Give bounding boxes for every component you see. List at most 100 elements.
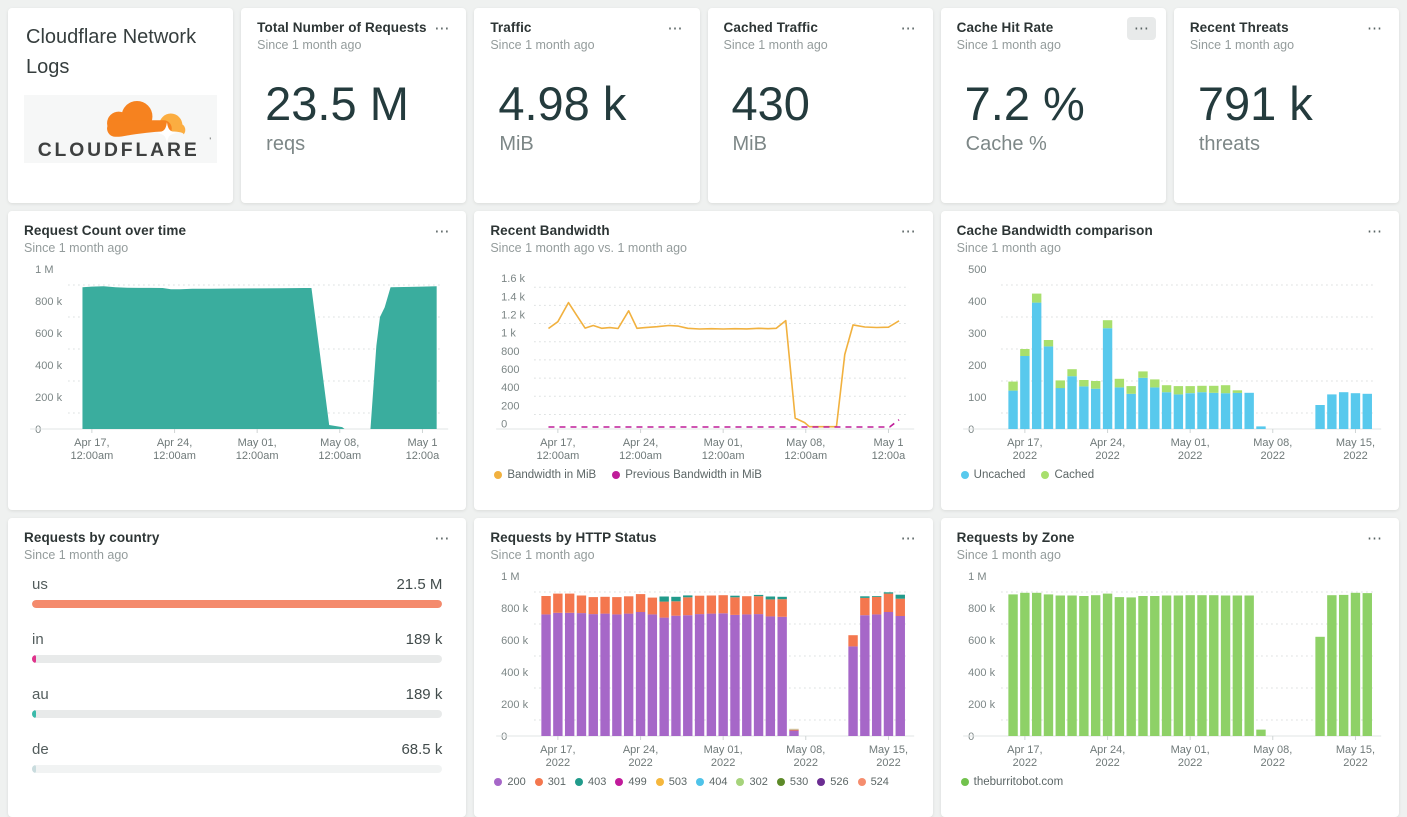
- bar-segment: [1043, 340, 1053, 347]
- requests-zone-chart[interactable]: 1 M800 k600 k400 k200 k0Apr 17,2022Apr 2…: [957, 568, 1383, 774]
- legend-item[interactable]: Previous Bandwidth in MiB: [612, 469, 762, 481]
- legend-item[interactable]: Bandwidth in MiB: [494, 469, 596, 481]
- bar-segment: [754, 614, 764, 736]
- bar-segment: [1055, 595, 1065, 736]
- cache-bandwidth-chart[interactable]: 5004003002001000Apr 17,2022Apr 24,2022Ma…: [957, 261, 1383, 467]
- country-row[interactable]: us 21.5 M: [32, 576, 443, 608]
- y-axis-label: 800 k: [35, 296, 62, 308]
- legend-item[interactable]: 200: [494, 776, 526, 788]
- x-axis-label: May 08,: [1253, 437, 1292, 449]
- bar-segment: [860, 596, 870, 598]
- legend-dot: [655, 778, 664, 786]
- bar-segment: [1078, 386, 1089, 429]
- bar-segment: [730, 595, 740, 598]
- panel-total-requests: Total Number of Requests Since 1 month a…: [241, 8, 467, 203]
- bar-segment: [1326, 595, 1337, 736]
- panel-menu-button[interactable]: ⋯: [894, 220, 923, 243]
- country-row-header: de 68.5 k: [32, 741, 442, 758]
- legend-item[interactable]: Cached: [1041, 469, 1094, 481]
- y-axis-label: 1 M: [968, 571, 986, 583]
- panel-menu-button[interactable]: ⋯: [894, 17, 923, 40]
- bar-segment: [895, 594, 906, 599]
- panel-cached-traffic: Cached Traffic Since 1 month ago ⋯ 430 M…: [707, 8, 933, 203]
- recent-bandwidth-chart[interactable]: 1.6 k1.4 k1.2 k1 k8006004002000Apr 17,12…: [490, 261, 916, 467]
- panel-menu-button[interactable]: ⋯: [1360, 527, 1389, 550]
- bar-segment: [1255, 426, 1266, 429]
- bar-segment: [1196, 392, 1207, 429]
- x-axis-label: Apr 24,: [623, 437, 658, 449]
- line-series: [548, 301, 900, 428]
- panel-menu-button[interactable]: ⋯: [894, 527, 923, 550]
- panel-subtitle: Since 1 month ago: [24, 548, 129, 562]
- country-row[interactable]: de 68.5 k: [32, 741, 443, 773]
- bar-segment: [884, 593, 894, 612]
- bar-segment: [860, 597, 870, 616]
- legend-item[interactable]: 503: [655, 776, 687, 788]
- y-axis-label: 1 k: [501, 328, 516, 340]
- x-axis-label: 2022: [877, 757, 901, 769]
- country-code: de: [32, 741, 49, 758]
- legend-item[interactable]: 524: [857, 776, 889, 788]
- panel-menu-button[interactable]: ⋯: [1126, 17, 1156, 40]
- panel-menu-button[interactable]: ⋯: [427, 17, 456, 40]
- y-axis-label: 500: [968, 264, 986, 276]
- legend-item[interactable]: 403: [575, 776, 606, 788]
- panel-subtitle: Since 1 month ago: [956, 241, 1061, 255]
- panel-menu-button[interactable]: ⋯: [1360, 17, 1389, 40]
- bar-segment: [577, 595, 587, 614]
- x-axis-label: 12:00a: [872, 450, 907, 462]
- bar-segment: [765, 596, 776, 600]
- legend-item[interactable]: 526: [817, 776, 849, 788]
- legend-item[interactable]: 499: [615, 776, 647, 788]
- x-axis-label: May 1: [874, 437, 904, 449]
- billboard-unit: Cache %: [965, 133, 1047, 155]
- panel-menu-button[interactable]: ⋯: [427, 220, 456, 243]
- x-axis-label: 2022: [1260, 450, 1284, 462]
- bar-segment: [872, 596, 882, 615]
- panel-title: Traffic: [490, 20, 532, 35]
- bar-segment: [1244, 392, 1254, 429]
- x-axis-label: May 08,: [787, 744, 826, 756]
- y-axis-label: 1.4 k: [501, 291, 525, 303]
- y-axis-label: 200 k: [35, 392, 62, 404]
- country-value: 21.5 M: [396, 576, 443, 593]
- country-row[interactable]: au 189 k: [32, 686, 443, 718]
- y-axis-label: 200: [968, 360, 986, 372]
- y-axis-label: 1.2 k: [501, 310, 525, 322]
- x-axis-label: 12:00am: [619, 450, 662, 462]
- x-axis-label: 12:00am: [70, 450, 113, 462]
- panel-menu-button[interactable]: ⋯: [1360, 220, 1389, 243]
- area-series: [82, 286, 437, 429]
- x-axis-label: Apr 24,: [157, 437, 192, 449]
- panel-menu-button[interactable]: ⋯: [427, 527, 456, 550]
- bar-segment: [1208, 392, 1219, 429]
- request-count-chart[interactable]: 1 M800 k600 k400 k200 k0Apr 17,12:00amAp…: [24, 261, 450, 467]
- bar-segment: [565, 593, 575, 613]
- legend-item[interactable]: 301: [534, 776, 566, 788]
- bar-segment: [1008, 381, 1018, 391]
- legend-dot: [494, 471, 503, 479]
- http-status-chart[interactable]: 1 M800 k600 k400 k200 k0Apr 17,2022Apr 2…: [490, 568, 916, 774]
- bar-segment: [872, 614, 882, 736]
- bar-segment: [1173, 595, 1183, 736]
- legend-item[interactable]: 302: [736, 776, 768, 788]
- legend-item[interactable]: Uncached: [960, 469, 1025, 481]
- legend-item[interactable]: 530: [776, 776, 808, 788]
- bar-segment: [624, 596, 634, 614]
- y-axis-label: 600 k: [35, 328, 62, 340]
- legend-dot: [736, 778, 745, 786]
- legend-item[interactable]: theburritobot.com: [960, 776, 1063, 788]
- bar-segment: [1055, 380, 1065, 389]
- panel-menu-button[interactable]: ⋯: [661, 17, 690, 40]
- bar-segment: [848, 646, 859, 736]
- y-axis-label: 600: [501, 364, 519, 376]
- billboard-unit: threats: [1198, 133, 1260, 155]
- panel-title: Recent Bandwidth: [490, 223, 610, 238]
- bar-segment: [671, 615, 681, 736]
- country-row-header: in 189 k: [32, 631, 442, 648]
- legend-item[interactable]: 404: [696, 776, 727, 788]
- y-axis-label: 400 k: [968, 667, 995, 679]
- legend-dot: [534, 778, 543, 786]
- country-row[interactable]: in 189 k: [32, 631, 443, 663]
- x-axis-label: May 1: [407, 437, 437, 449]
